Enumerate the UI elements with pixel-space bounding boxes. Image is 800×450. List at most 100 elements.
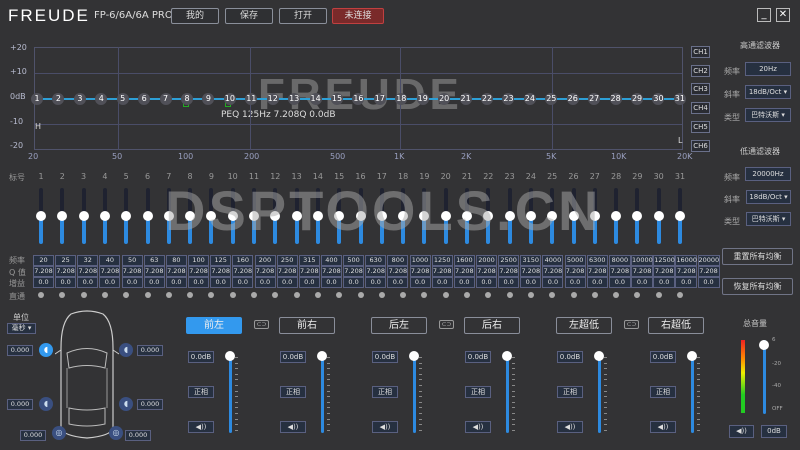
band-q-input[interactable]: 7.208: [698, 266, 720, 277]
output-gain-value[interactable]: 0.0dB: [280, 351, 306, 363]
phase-button[interactable]: 正相: [650, 386, 676, 398]
band-q-input[interactable]: 7.208: [653, 266, 675, 277]
band-q-input[interactable]: 7.208: [166, 266, 187, 277]
bypass-toggle[interactable]: [443, 292, 449, 298]
band-gain-input[interactable]: 0.0: [55, 277, 76, 288]
eq-point[interactable]: 10: [224, 93, 236, 105]
eq-slider-handle[interactable]: [100, 211, 110, 221]
save-button[interactable]: 保存: [225, 8, 273, 24]
eq-slider-handle[interactable]: [611, 211, 621, 221]
hp-type-select[interactable]: 巴特沃斯 ▾: [745, 108, 791, 122]
output-gain-value[interactable]: 0.0dB: [557, 351, 583, 363]
bypass-toggle[interactable]: [400, 292, 406, 298]
master-volume-slider[interactable]: [763, 340, 766, 414]
band-frequency-input[interactable]: 20: [33, 255, 54, 266]
band-q-input[interactable]: 7.208: [631, 266, 653, 277]
link-icon[interactable]: ⊂⊃: [624, 320, 639, 329]
phase-button[interactable]: 正相: [280, 386, 306, 398]
minimize-button[interactable]: _: [757, 8, 771, 22]
mute-button[interactable]: ◀)): [650, 421, 676, 433]
band-gain-input[interactable]: 0.0: [321, 277, 342, 288]
lp-freq-input[interactable]: 20000Hz: [745, 167, 791, 181]
band-q-input[interactable]: 7.208: [122, 266, 143, 277]
eq-point[interactable]: 31: [674, 93, 686, 105]
band-q-input[interactable]: 7.208: [454, 266, 475, 277]
output-gain-value[interactable]: 0.0dB: [372, 351, 398, 363]
band-gain-input[interactable]: 0.0: [99, 277, 120, 288]
speaker-icon[interactable]: ◖: [39, 343, 53, 357]
bypass-toggle[interactable]: [81, 292, 87, 298]
output-channel-2-button[interactable]: 前右: [279, 317, 335, 334]
bypass-toggle[interactable]: [123, 292, 129, 298]
band-frequency-input[interactable]: 3150: [520, 255, 541, 266]
bypass-toggle[interactable]: [634, 292, 640, 298]
lp-type-select[interactable]: 巴特沃斯 ▾: [746, 212, 791, 226]
delay-input[interactable]: 0.000: [137, 399, 163, 410]
eq-point[interactable]: 3: [74, 93, 86, 105]
bypass-toggle[interactable]: [464, 292, 470, 298]
bypass-toggle[interactable]: [421, 292, 427, 298]
band-q-input[interactable]: 7.208: [498, 266, 519, 277]
eq-point[interactable]: 21: [460, 93, 472, 105]
band-frequency-input[interactable]: 200: [255, 255, 276, 266]
eq-point[interactable]: 26: [567, 93, 579, 105]
band-frequency-input[interactable]: 2000: [476, 255, 497, 266]
band-q-input[interactable]: 7.208: [277, 266, 298, 277]
band-q-input[interactable]: 7.208: [365, 266, 386, 277]
eq-slider-handle[interactable]: [632, 211, 642, 221]
close-button[interactable]: ✕: [776, 8, 790, 22]
eq-slider-handle[interactable]: [79, 211, 89, 221]
channel-button-ch3[interactable]: CH3: [691, 83, 710, 95]
eq-point[interactable]: 12: [267, 93, 279, 105]
eq-point[interactable]: 15: [331, 93, 343, 105]
band-q-input[interactable]: 7.208: [675, 266, 697, 277]
bypass-toggle[interactable]: [166, 292, 172, 298]
band-q-input[interactable]: 7.208: [321, 266, 342, 277]
band-frequency-input[interactable]: 315: [299, 255, 320, 266]
band-q-input[interactable]: 7.208: [232, 266, 253, 277]
band-gain-input[interactable]: 0.0: [432, 277, 453, 288]
output-volume-handle[interactable]: [409, 351, 419, 361]
band-gain-input[interactable]: 0.0: [387, 277, 408, 288]
restore-all-eq-button[interactable]: 恢复所有均衡: [722, 278, 793, 295]
band-q-input[interactable]: 7.208: [609, 266, 631, 277]
output-channel-4-button[interactable]: 后右: [464, 317, 520, 334]
band-q-input[interactable]: 7.208: [144, 266, 165, 277]
eq-point[interactable]: 19: [417, 93, 429, 105]
output-volume-handle[interactable]: [502, 351, 512, 361]
mute-button[interactable]: ◀)): [188, 421, 214, 433]
bypass-toggle[interactable]: [571, 292, 577, 298]
master-volume-value[interactable]: 0dB: [761, 425, 787, 438]
hp-slope-select[interactable]: 18dB/Oct ▾: [745, 85, 791, 99]
bypass-toggle[interactable]: [187, 292, 193, 298]
band-gain-input[interactable]: 0.0: [675, 277, 697, 288]
link-icon[interactable]: ⊂⊃: [439, 320, 454, 329]
band-q-input[interactable]: 7.208: [33, 266, 54, 277]
eq-point[interactable]: 17: [374, 93, 386, 105]
channel-button-ch4[interactable]: CH4: [691, 102, 710, 114]
bypass-toggle[interactable]: [485, 292, 491, 298]
delay-input[interactable]: 0.000: [7, 399, 33, 410]
band-frequency-input[interactable]: 50: [122, 255, 143, 266]
band-frequency-input[interactable]: 400: [321, 255, 342, 266]
bypass-toggle[interactable]: [358, 292, 364, 298]
band-frequency-input[interactable]: 5000: [565, 255, 586, 266]
bypass-toggle[interactable]: [38, 292, 44, 298]
output-gain-value[interactable]: 0.0dB: [188, 351, 214, 363]
band-gain-input[interactable]: 0.0: [144, 277, 165, 288]
band-frequency-input[interactable]: 2500: [498, 255, 519, 266]
speaker-icon[interactable]: ◖: [39, 397, 53, 411]
band-frequency-input[interactable]: 1250: [432, 255, 453, 266]
band-frequency-input[interactable]: 32: [77, 255, 98, 266]
band-q-input[interactable]: 7.208: [188, 266, 209, 277]
channel-button-ch1[interactable]: CH1: [691, 46, 710, 58]
band-gain-input[interactable]: 0.0: [410, 277, 431, 288]
band-q-input[interactable]: 7.208: [476, 266, 497, 277]
mute-button[interactable]: ◀)): [557, 421, 583, 433]
band-q-input[interactable]: 7.208: [55, 266, 76, 277]
bypass-toggle[interactable]: [613, 292, 619, 298]
band-gain-input[interactable]: 0.0: [631, 277, 653, 288]
output-channel-1-button[interactable]: 前左: [186, 317, 242, 334]
band-q-input[interactable]: 7.208: [432, 266, 453, 277]
bypass-toggle[interactable]: [507, 292, 513, 298]
